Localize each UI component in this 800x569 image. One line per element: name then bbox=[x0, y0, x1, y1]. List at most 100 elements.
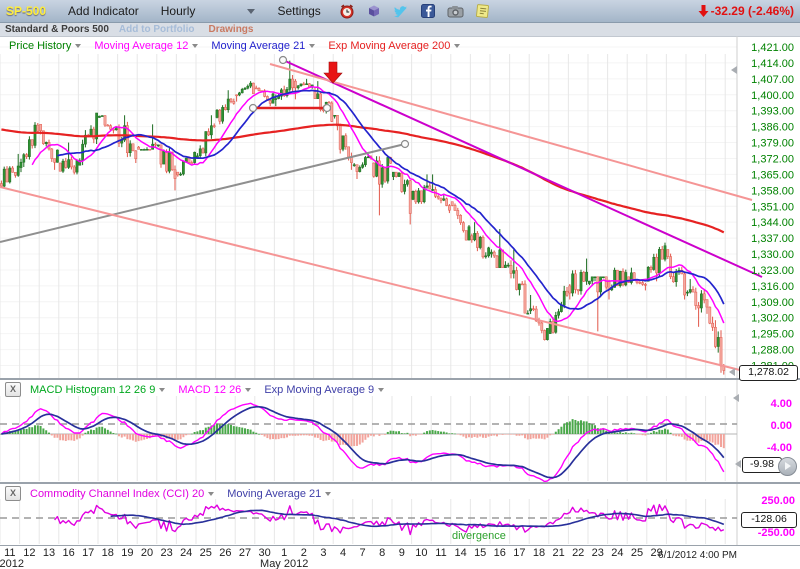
legend-label[interactable]: Moving Average 12 bbox=[94, 40, 188, 52]
down-arrow-icon bbox=[698, 4, 709, 18]
symbol-label[interactable]: SP-500 bbox=[6, 4, 46, 18]
date-label: 16 bbox=[62, 547, 74, 559]
price-chart-panel[interactable]: 1,421.001,414.001,407.001,400.001,393.00… bbox=[0, 36, 800, 378]
date-label: 14 bbox=[454, 547, 466, 559]
quote-change-text: -32.29 (-2.46%) bbox=[711, 4, 794, 18]
add-indicator-button[interactable]: Add Indicator bbox=[68, 4, 139, 18]
svg-text:1,421.00: 1,421.00 bbox=[751, 42, 794, 54]
settings-button[interactable]: Settings bbox=[277, 4, 320, 18]
date-label: 11 bbox=[435, 547, 446, 559]
date-label: 22 bbox=[572, 547, 584, 559]
legend-label[interactable]: Moving Average 21 bbox=[211, 40, 305, 52]
divergence-annotation: divergence bbox=[452, 530, 506, 542]
date-label: 18 bbox=[533, 547, 545, 559]
legend-label[interactable]: Price History bbox=[9, 40, 71, 52]
svg-text:1,365.00: 1,365.00 bbox=[751, 169, 794, 181]
legend-ma21[interactable]: Moving Average 21 bbox=[211, 40, 315, 52]
facebook-icon[interactable] bbox=[420, 3, 436, 19]
date-label: 19 bbox=[121, 547, 133, 559]
date-label: 27 bbox=[239, 547, 251, 559]
date-label: 13 bbox=[43, 547, 55, 559]
svg-text:1,351.00: 1,351.00 bbox=[751, 201, 794, 213]
date-label: 24 bbox=[180, 547, 192, 559]
chevron-down-icon[interactable] bbox=[247, 9, 255, 14]
date-label: 23 bbox=[160, 547, 172, 559]
chevron-down-icon[interactable] bbox=[192, 44, 198, 48]
cube-icon[interactable] bbox=[366, 3, 382, 19]
macd-badge-marker-icon bbox=[735, 460, 741, 468]
cci-value-badge: -128.06 bbox=[741, 512, 797, 528]
date-label: 9 bbox=[399, 547, 405, 559]
add-to-portfolio-button[interactable]: Add to Portfolio bbox=[119, 24, 195, 35]
svg-text:1,295.00: 1,295.00 bbox=[751, 329, 794, 341]
svg-text:1,316.00: 1,316.00 bbox=[751, 281, 794, 293]
legend-label[interactable]: Commodity Channel Index (CCI) 20 bbox=[30, 488, 204, 500]
svg-text:1,379.00: 1,379.00 bbox=[751, 138, 794, 150]
chevron-down-icon[interactable] bbox=[208, 492, 214, 496]
legend-cci-ma[interactable]: Moving Average 21 bbox=[227, 488, 331, 500]
date-label: 4 bbox=[340, 547, 346, 559]
security-bar: Standard & Poors 500 Add to Portfolio Dr… bbox=[0, 23, 800, 37]
last-price-marker-icon bbox=[729, 368, 735, 376]
scroll-right-button[interactable] bbox=[778, 457, 797, 476]
legend-ma12[interactable]: Moving Average 12 bbox=[94, 40, 198, 52]
date-label: 23 bbox=[592, 547, 604, 559]
legend-price-history[interactable]: Price History bbox=[9, 40, 81, 52]
notepad-icon[interactable] bbox=[475, 3, 490, 19]
svg-text:1,386.00: 1,386.00 bbox=[751, 122, 794, 134]
drawn-trendlines bbox=[0, 57, 762, 373]
legend-cci[interactable]: Commodity Channel Index (CCI) 20 bbox=[30, 488, 214, 500]
chevron-down-icon[interactable] bbox=[309, 44, 315, 48]
date-label: 10 bbox=[415, 547, 427, 559]
legend-macd-line[interactable]: MACD 12 26 bbox=[178, 384, 251, 396]
legend-ema200[interactable]: Exp Moving Average 200 bbox=[328, 40, 460, 52]
alarm-clock-icon[interactable] bbox=[339, 3, 355, 19]
svg-text:1,288.00: 1,288.00 bbox=[751, 345, 794, 357]
date-label: 21 bbox=[552, 547, 564, 559]
date-label: 25 bbox=[631, 547, 643, 559]
right-arrow-icon bbox=[785, 462, 791, 470]
twitter-icon[interactable] bbox=[393, 3, 409, 19]
chevron-down-icon[interactable] bbox=[75, 44, 81, 48]
drawings-menu[interactable]: Drawings bbox=[208, 24, 253, 35]
svg-text:0.00: 0.00 bbox=[771, 420, 792, 432]
legend-label[interactable]: MACD Histogram 12 26 9 bbox=[30, 384, 155, 396]
camera-icon[interactable] bbox=[447, 3, 464, 19]
chevron-down-icon[interactable] bbox=[245, 388, 251, 392]
year-label: 2012 bbox=[0, 558, 24, 569]
chevron-down-icon[interactable] bbox=[454, 44, 460, 48]
last-price-badge: 1,278.02 bbox=[739, 365, 798, 381]
macd-legend: X MACD Histogram 12 26 9 MACD 12 26 Exp … bbox=[5, 382, 397, 397]
date-label: 16 bbox=[494, 547, 506, 559]
chevron-down-icon[interactable] bbox=[159, 388, 165, 392]
legend-label[interactable]: Moving Average 21 bbox=[227, 488, 321, 500]
price-axis-labels: 1,421.001,414.001,407.001,400.001,393.00… bbox=[751, 42, 794, 373]
magenta-trendline bbox=[283, 60, 762, 277]
date-label: 25 bbox=[200, 547, 212, 559]
time-axis: 6/1/2012 4:00 PM 11121316171819202324252… bbox=[0, 546, 800, 569]
close-macd-button[interactable]: X bbox=[5, 382, 21, 397]
legend-macd-signal[interactable]: Exp Moving Average 9 bbox=[264, 384, 384, 396]
legend-macd-histogram[interactable]: MACD Histogram 12 26 9 bbox=[30, 384, 165, 396]
svg-text:1,358.00: 1,358.00 bbox=[751, 185, 794, 197]
date-label: 24 bbox=[611, 547, 623, 559]
legend-label[interactable]: Exp Moving Average 200 bbox=[328, 40, 450, 52]
close-cci-button[interactable]: X bbox=[5, 486, 21, 501]
chevron-down-icon[interactable] bbox=[325, 492, 331, 496]
legend-label[interactable]: MACD 12 26 bbox=[178, 384, 241, 396]
legend-label[interactable]: Exp Moving Average 9 bbox=[264, 384, 374, 396]
last-bar-timestamp: 6/1/2012 4:00 PM bbox=[653, 550, 737, 561]
date-label: 20 bbox=[141, 547, 153, 559]
svg-text:1,393.00: 1,393.00 bbox=[751, 106, 794, 118]
interval-dropdown[interactable]: Hourly bbox=[161, 4, 196, 18]
svg-text:-250.00: -250.00 bbox=[758, 527, 795, 539]
cci-legend: X Commodity Channel Index (CCI) 20 Movin… bbox=[5, 486, 344, 501]
macd-value-badge: -9.98 bbox=[742, 457, 782, 473]
date-label: 26 bbox=[219, 547, 231, 559]
date-label: 29 bbox=[650, 547, 662, 559]
chevron-down-icon[interactable] bbox=[378, 388, 384, 392]
svg-text:1,414.00: 1,414.00 bbox=[751, 58, 794, 70]
svg-text:1,302.00: 1,302.00 bbox=[751, 313, 794, 325]
security-name: Standard & Poors 500 bbox=[5, 24, 109, 35]
svg-text:1,330.00: 1,330.00 bbox=[751, 249, 794, 261]
